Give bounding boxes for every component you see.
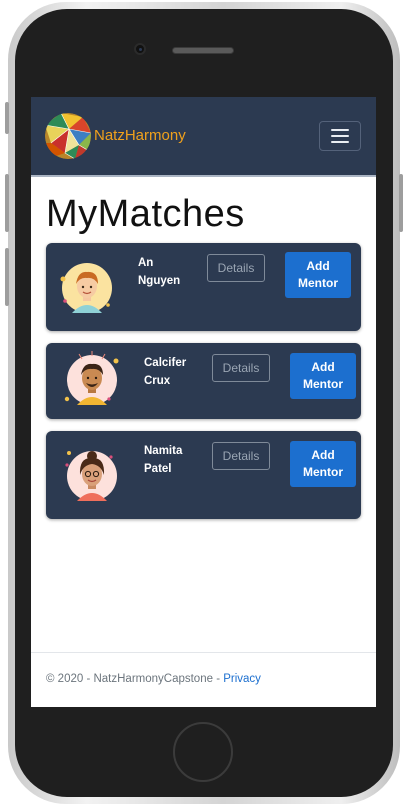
match-first-name: Namita — [144, 445, 183, 457]
add-mentor-label: Mentor — [303, 377, 343, 391]
match-name: Namita Patel — [144, 442, 204, 478]
footer-copyright: © 2020 - NatzHarmonyCapstone - — [46, 673, 224, 685]
match-first-name: Calcifer — [144, 357, 187, 369]
front-camera — [134, 43, 146, 55]
add-mentor-label: Mentor — [303, 465, 343, 479]
volume-up-button — [5, 174, 9, 232]
add-mentor-button[interactable]: Add Mentor — [285, 252, 351, 298]
match-name: Calcifer Crux — [144, 354, 204, 390]
screen: NatzHarmony MyMatches An Nguyen Details … — [31, 97, 376, 707]
add-mentor-label: Add — [311, 448, 335, 462]
match-name: An Nguyen — [138, 254, 198, 290]
match-first-name: An — [138, 257, 154, 269]
details-button[interactable]: Details — [212, 442, 270, 470]
match-card: Calcifer Crux Details Add Mentor — [46, 343, 361, 419]
power-button — [399, 174, 403, 232]
avatar-icon — [61, 349, 123, 411]
footer-divider — [31, 652, 376, 653]
details-button[interactable]: Details — [212, 354, 270, 382]
details-button[interactable]: Details — [207, 254, 265, 282]
match-last-name: Nguyen — [138, 275, 181, 287]
navbar: NatzHarmony — [31, 97, 376, 177]
avatar-icon — [61, 445, 123, 507]
add-mentor-label: Mentor — [298, 276, 338, 290]
add-mentor-label: Add — [311, 360, 335, 374]
add-mentor-button[interactable]: Add Mentor — [290, 441, 356, 487]
avatar-icon — [56, 257, 118, 319]
add-mentor-button[interactable]: Add Mentor — [290, 353, 356, 399]
match-last-name: Crux — [144, 375, 171, 387]
brand-name[interactable]: NatzHarmony — [94, 127, 186, 144]
hamburger-icon-bar — [331, 141, 349, 143]
logo-globe-icon[interactable] — [45, 113, 91, 159]
footer: © 2020 - NatzHarmonyCapstone - Privacy — [46, 673, 261, 685]
add-mentor-label: Add — [306, 259, 330, 273]
page-title: MyMatches — [46, 193, 245, 235]
privacy-link[interactable]: Privacy — [223, 673, 261, 685]
mute-switch — [5, 102, 9, 134]
navbar-toggle-button[interactable] — [319, 121, 361, 151]
match-last-name: Patel — [144, 463, 172, 475]
match-card: An Nguyen Details Add Mentor — [46, 243, 361, 331]
volume-down-button — [5, 248, 9, 306]
home-button — [173, 722, 233, 782]
hamburger-icon — [331, 129, 349, 131]
speaker-grille — [172, 47, 234, 54]
hamburger-icon-bar — [331, 135, 349, 137]
match-card: Namita Patel Details Add Mentor — [46, 431, 361, 519]
